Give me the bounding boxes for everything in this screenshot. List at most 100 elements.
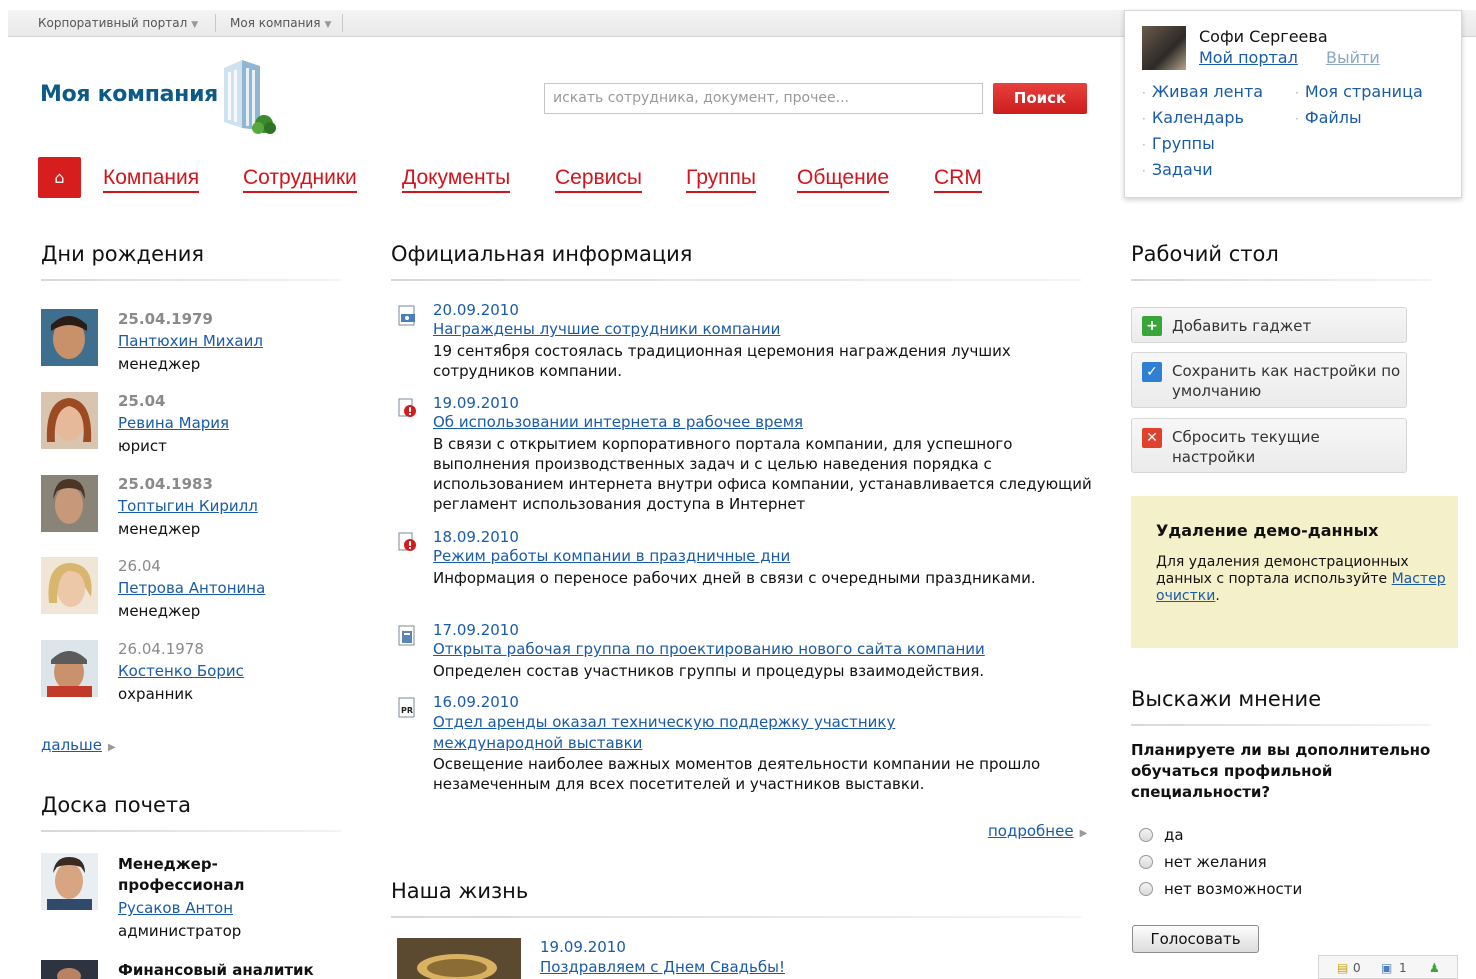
poll-radio-no-desire[interactable] <box>1139 855 1153 869</box>
check-icon: ✓ <box>1142 362 1162 382</box>
divider <box>391 279 1081 281</box>
logout-link[interactable]: Выйти <box>1326 48 1380 67</box>
poll-question: Планируете ли вы дополнительно обучаться… <box>1131 741 1431 801</box>
reset-settings-button[interactable]: ✕ Сбросить текущие настройки <box>1131 418 1407 473</box>
person-role: менеджер <box>118 355 201 373</box>
logo-text[interactable]: Моя компания <box>40 82 218 107</box>
news-photo[interactable] <box>397 938 521 979</box>
svg-text:PR: PR <box>401 706 413 715</box>
demo-text-tail: . <box>1215 588 1220 604</box>
person-link[interactable]: Костенко Борис <box>118 662 244 680</box>
birthdays-more-link[interactable]: дальше ▶ <box>41 736 116 754</box>
user-link-label: Задачи <box>1151 160 1213 179</box>
person-link[interactable]: Ревина Мария <box>118 414 229 432</box>
avatar[interactable] <box>1142 26 1186 70</box>
nav-item-documents[interactable]: Документы <box>402 166 511 193</box>
person-role: охранник <box>118 685 194 703</box>
add-gadget-button[interactable]: + Добавить гаджет <box>1131 307 1407 343</box>
more-link-label: подробнее <box>988 822 1074 840</box>
person-photo[interactable] <box>41 960 98 979</box>
person-link[interactable]: Русаков Антон <box>118 899 233 917</box>
divider <box>1131 724 1431 726</box>
nav-item-communication[interactable]: Общение <box>797 166 890 193</box>
person-photo[interactable] <box>41 640 98 697</box>
messages-icon[interactable]: ▤ <box>1337 961 1348 975</box>
person-photo[interactable] <box>41 392 98 449</box>
important-doc-icon <box>398 532 416 551</box>
user-link-my-page[interactable]: · Моя страница <box>1295 82 1423 101</box>
pr-doc-icon: PR <box>398 697 415 718</box>
search-input[interactable]: искать сотрудника, документ, прочее... <box>544 83 983 114</box>
button-label: Добавить гаджет <box>1172 317 1312 335</box>
honor-board-title: Доска почета <box>41 793 192 817</box>
person-role: администратор <box>118 922 242 940</box>
home-button[interactable]: ⌂ <box>38 157 81 198</box>
chevron-right-icon: ▶ <box>1079 828 1088 839</box>
news-title-link[interactable]: Режим работы компании в праздничные дни <box>433 547 790 565</box>
poll-option-label: нет возможности <box>1164 880 1303 898</box>
poll-title: Выскажи мнение <box>1131 687 1322 711</box>
user-link-calendar[interactable]: · Календарь <box>1142 108 1244 127</box>
news-date: 17.09.2010 <box>433 621 519 639</box>
news-text: Информация о переносе рабочих дней в свя… <box>433 569 1036 587</box>
news-date: 19.09.2010 <box>540 938 626 956</box>
vote-button[interactable]: Голосовать <box>1132 925 1259 953</box>
portal-switcher[interactable]: Корпоративный портал ▼ <box>38 16 198 30</box>
poll-radio-no-opportunity[interactable] <box>1139 882 1153 896</box>
x-icon: ✕ <box>1142 428 1162 448</box>
news-title-link[interactable]: Об использовании интернета в рабочее вре… <box>433 413 803 431</box>
user-link-label: Живая лента <box>1151 82 1264 101</box>
save-default-button[interactable]: ✓ Сохранить как настройки по умолчанию <box>1131 352 1407 408</box>
nav-item-crm[interactable]: CRM <box>934 166 982 193</box>
news-text: В связи с открытием корпоративного порта… <box>433 435 1092 513</box>
news-text: 19 сентября состоялась традиционная цере… <box>433 342 1011 380</box>
news-title-link[interactable]: Награждены лучшие сотрудники компании <box>433 320 780 338</box>
poll-option-label: да <box>1164 826 1184 844</box>
nav-item-groups[interactable]: Группы <box>686 166 756 193</box>
news-title-link[interactable]: Поздравляем с Днем Свадьбы! <box>540 958 785 976</box>
nav-item-services[interactable]: Сервисы <box>555 166 643 193</box>
person-photo[interactable] <box>41 557 98 614</box>
notification-bar: ▤ 0 ▣ 1 ♟ <box>1318 955 1458 979</box>
divider <box>391 916 1081 918</box>
news-date: 19.09.2010 <box>433 394 519 412</box>
poll-radio-yes[interactable] <box>1139 828 1153 842</box>
person-link[interactable]: Топтыгин Кирилл <box>118 497 258 515</box>
person-link[interactable]: Петрова Антонина <box>118 579 265 597</box>
divider <box>215 14 216 32</box>
nav-item-company[interactable]: Компания <box>103 166 200 193</box>
my-portal-link[interactable]: Мой портал <box>1199 48 1298 67</box>
user-link-tasks[interactable]: · Задачи <box>1142 160 1213 179</box>
user-link-files[interactable]: · Файлы <box>1295 108 1362 127</box>
user-name: Софи Сергеева <box>1199 27 1328 46</box>
company-switcher-label: Моя компания <box>230 16 321 30</box>
user-link-live-feed[interactable]: · Живая лента <box>1142 82 1263 101</box>
news-date: 16.09.2010 <box>433 693 519 711</box>
divider <box>342 14 343 32</box>
person-photo[interactable] <box>41 309 98 366</box>
nav-item-employees[interactable]: Сотрудники <box>243 166 357 193</box>
company-switcher[interactable]: Моя компания ▼ <box>230 16 331 30</box>
person-link[interactable]: Пантюхин Михаил <box>118 332 263 350</box>
user-icon[interactable]: ♟ <box>1429 961 1440 975</box>
official-info-title: Официальная информация <box>391 242 693 266</box>
search-button[interactable]: Поиск <box>993 83 1087 114</box>
portal-switcher-label: Корпоративный портал <box>38 16 188 30</box>
notifications-icon[interactable]: ▣ <box>1381 961 1392 975</box>
honor-title: Менеджер-профессионал <box>118 855 245 894</box>
news-title-link[interactable]: Отдел аренды оказал техническую поддержк… <box>433 712 993 754</box>
person-role: юрист <box>118 437 167 455</box>
user-link-label: Моя страница <box>1304 82 1423 101</box>
demo-title: Удаление демо-данных <box>1156 521 1379 540</box>
user-panel: Софи Сергеева Мой портал Выйти · Живая ле… <box>1124 10 1462 198</box>
person-photo[interactable] <box>41 475 98 532</box>
chevron-down-icon: ▼ <box>191 20 199 30</box>
user-link-groups[interactable]: · Группы <box>1142 134 1215 153</box>
award-doc-icon <box>398 305 415 326</box>
person-photo[interactable] <box>41 853 98 910</box>
button-label: Сбросить текущие настройки <box>1172 428 1320 466</box>
user-link-label: Группы <box>1151 134 1215 153</box>
official-more-link[interactable]: подробнее ▶ <box>988 822 1087 840</box>
news-title-link[interactable]: Открыта рабочая группа по проектированию… <box>433 640 985 658</box>
important-doc-icon <box>398 398 416 417</box>
